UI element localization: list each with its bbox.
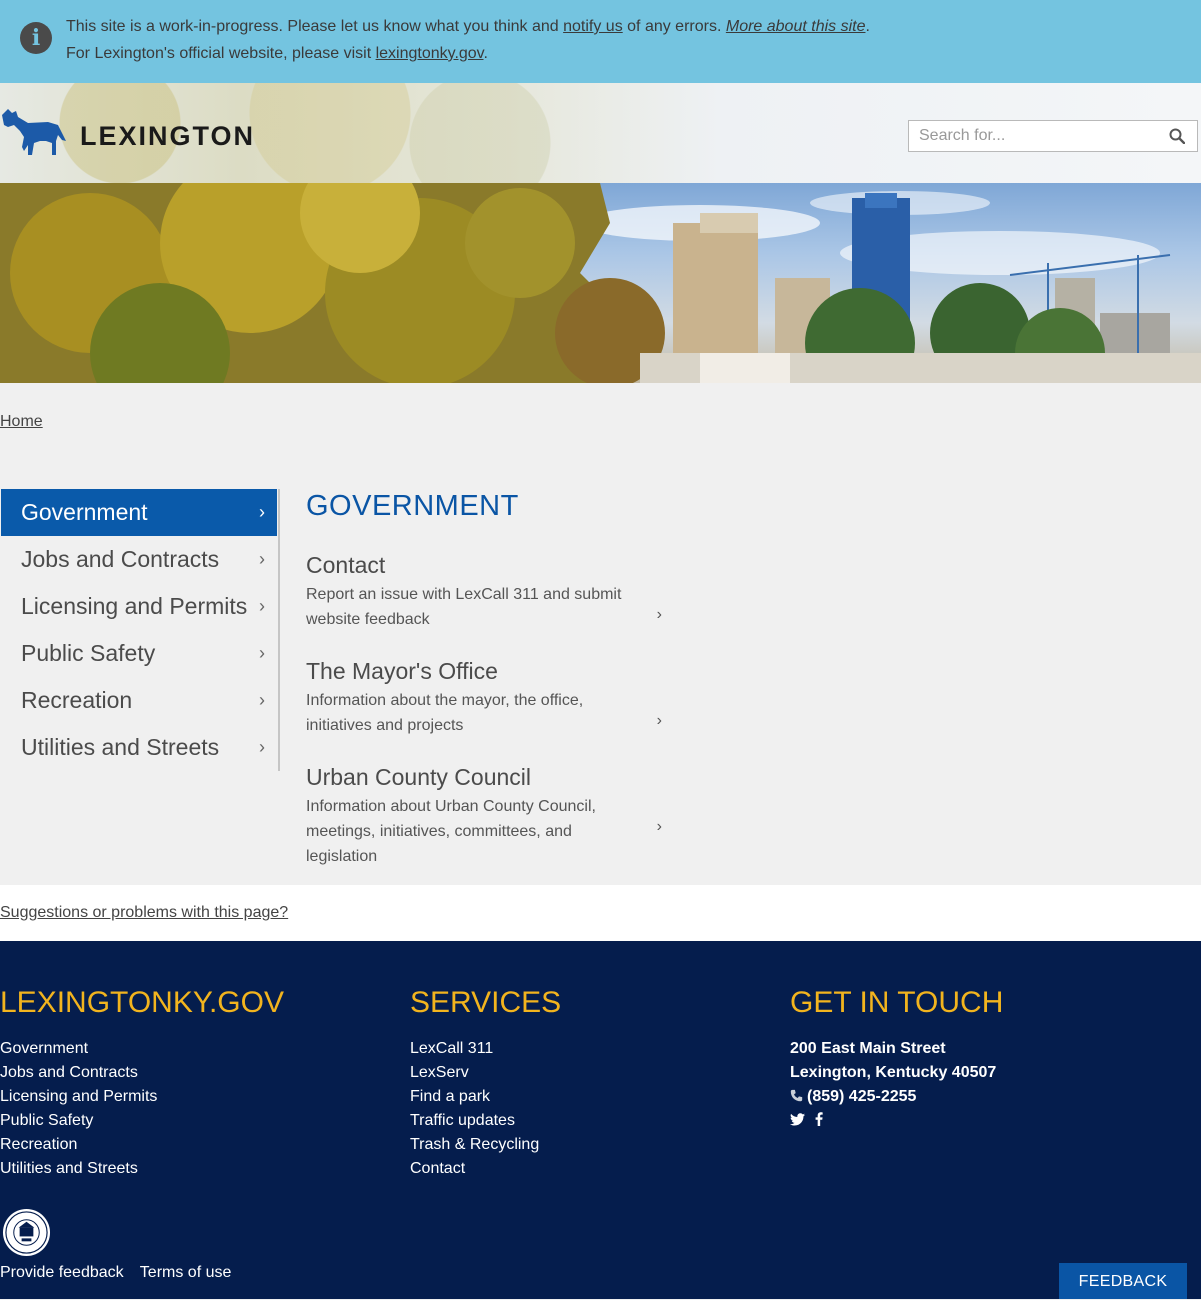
- card-title: Contact: [306, 552, 386, 578]
- chevron-right-icon: ›: [259, 502, 265, 522]
- chevron-right-icon: ›: [259, 737, 265, 757]
- footer-link-contact[interactable]: Contact: [410, 1157, 539, 1181]
- footer-link-traffic-updates[interactable]: Traffic updates: [410, 1109, 539, 1133]
- social-links: [790, 1112, 829, 1131]
- notice-text: .: [483, 45, 488, 62]
- notice-text: This site is a work-in-progress. Please …: [66, 18, 564, 35]
- notice-text: .: [865, 18, 870, 35]
- card-description: Report an issue with LexCall 311 and sub…: [306, 586, 622, 628]
- sidebar-item-label: Utilities and Streets: [21, 734, 220, 760]
- terms-of-use-link[interactable]: Terms of use: [140, 1264, 232, 1281]
- phone-row[interactable]: (859) 425-2255: [790, 1085, 996, 1109]
- chevron-right-icon: ›: [656, 712, 662, 729]
- footer-heading-get-in-touch: GET IN TOUCH: [790, 986, 1004, 1019]
- search-box: [908, 120, 1198, 152]
- footer-link-utilities-and-streets[interactable]: Utilities and Streets: [0, 1157, 157, 1181]
- phone-icon: [790, 1089, 803, 1102]
- notify-us-link[interactable]: notify us: [563, 18, 623, 35]
- notice-line-2: For Lexington's official website, please…: [66, 45, 488, 63]
- chevron-right-icon: ›: [259, 690, 265, 710]
- card-contact[interactable]: Contact Report an issue with LexCall 311…: [306, 552, 666, 642]
- contact-info: 200 East Main Street Lexington, Kentucky…: [790, 1037, 996, 1109]
- footer-link-licensing-and-permits[interactable]: Licensing and Permits: [0, 1085, 157, 1109]
- chevron-right-icon: ›: [259, 596, 265, 616]
- suggestions-strip: Suggestions or problems with this page?: [0, 885, 1201, 941]
- site-header: LEXINGTON: [0, 83, 1201, 183]
- official-site-link[interactable]: lexingtonky.gov: [376, 45, 484, 62]
- sidebar-item-government[interactable]: Government ›: [1, 489, 277, 536]
- footer-links-services: LexCall 311 LexServ Find a park Traffic …: [410, 1037, 539, 1181]
- site-logo-text[interactable]: LEXINGTON: [80, 121, 255, 152]
- footer-heading-lexingtonky: LEXINGTONKY.GOV: [0, 986, 284, 1019]
- footer-link-find-a-park[interactable]: Find a park: [410, 1085, 539, 1109]
- sidebar-item-utilities-and-streets[interactable]: Utilities and Streets ›: [1, 724, 277, 771]
- footer-link-public-safety[interactable]: Public Safety: [0, 1109, 157, 1133]
- sidebar-item-licensing-and-permits[interactable]: Licensing and Permits ›: [1, 583, 277, 630]
- footer-link-trash-recycling[interactable]: Trash & Recycling: [410, 1133, 539, 1157]
- footer-link-jobs-and-contracts[interactable]: Jobs and Contracts: [0, 1061, 157, 1085]
- footer-heading-services: SERVICES: [410, 986, 562, 1019]
- search-input[interactable]: [909, 121, 1179, 151]
- footer-link-government[interactable]: Government: [0, 1037, 157, 1061]
- chevron-right-icon: ›: [656, 818, 662, 835]
- chevron-right-icon: ›: [656, 606, 662, 623]
- hero-skyline-image: [0, 183, 1201, 383]
- address-line-1: 200 East Main Street: [790, 1040, 946, 1057]
- chevron-right-icon: ›: [259, 643, 265, 663]
- card-title: The Mayor's Office: [306, 658, 498, 684]
- card-mayors-office[interactable]: The Mayor's Office Information about the…: [306, 658, 666, 748]
- facebook-icon[interactable]: [815, 1112, 824, 1131]
- notice-text: of any errors.: [622, 18, 726, 35]
- footer-bottom-links: Provide feedback Terms of use: [0, 1264, 243, 1282]
- sidebar-nav: Government › Jobs and Contracts › Licens…: [0, 489, 280, 771]
- sidebar-item-label: Jobs and Contracts: [21, 546, 220, 572]
- address-line-2: Lexington, Kentucky 40507: [790, 1064, 997, 1081]
- card-description: Information about the mayor, the office,…: [306, 692, 584, 734]
- search-icon[interactable]: [1169, 128, 1185, 144]
- more-about-site-link[interactable]: More about this site: [726, 18, 866, 35]
- footer-link-recreation[interactable]: Recreation: [0, 1133, 157, 1157]
- footer-link-lexserv[interactable]: LexServ: [410, 1061, 539, 1085]
- card-description: Information about Urban County Council, …: [306, 798, 596, 865]
- county-seal-icon: [2, 1208, 51, 1257]
- sidebar-item-label: Recreation: [21, 687, 133, 713]
- sidebar-item-label: Licensing and Permits: [21, 593, 248, 619]
- sidebar-item-jobs-and-contracts[interactable]: Jobs and Contracts ›: [1, 536, 277, 583]
- chevron-right-icon: ›: [259, 549, 265, 569]
- breadcrumb-home-link[interactable]: Home: [0, 413, 43, 430]
- more-about-site-text: More about this site: [725, 18, 866, 35]
- card-urban-county-council[interactable]: Urban County Council Information about U…: [306, 764, 666, 865]
- sidebar-item-recreation[interactable]: Recreation ›: [1, 677, 277, 724]
- footer-link-lexcall-311[interactable]: LexCall 311: [410, 1037, 539, 1061]
- breadcrumb: Home: [0, 413, 43, 431]
- page-title: GOVERNMENT: [306, 490, 519, 522]
- feedback-button[interactable]: FEEDBACK: [1059, 1263, 1187, 1299]
- sidebar-item-public-safety[interactable]: Public Safety ›: [1, 630, 277, 677]
- notice-text: For Lexington's official website, please…: [66, 45, 376, 62]
- twitter-icon[interactable]: [790, 1113, 805, 1131]
- notice-banner: i This site is a work-in-progress. Pleas…: [0, 0, 1201, 83]
- suggestions-link[interactable]: Suggestions or problems with this page?: [0, 904, 288, 922]
- phone-number: (859) 425-2255: [807, 1088, 917, 1105]
- sidebar-item-label: Government: [21, 499, 148, 525]
- card-title: Urban County Council: [306, 764, 532, 790]
- horse-logo-icon[interactable]: [0, 107, 66, 159]
- site-footer: LEXINGTONKY.GOV Government Jobs and Cont…: [0, 941, 1201, 1299]
- info-icon: i: [20, 22, 52, 54]
- provide-feedback-link[interactable]: Provide feedback: [0, 1264, 124, 1281]
- footer-links-lexingtonky: Government Jobs and Contracts Licensing …: [0, 1037, 157, 1181]
- sidebar-item-label: Public Safety: [21, 640, 156, 666]
- notice-line-1: This site is a work-in-progress. Please …: [66, 18, 870, 36]
- skyline-illustration: [0, 183, 1201, 383]
